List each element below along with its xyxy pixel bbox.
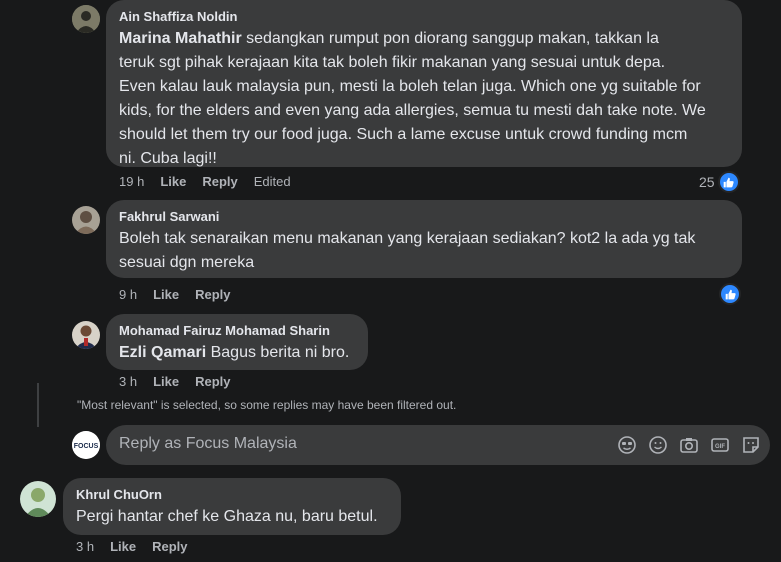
reply-button[interactable]: Reply: [195, 374, 230, 389]
reaction-badge[interactable]: [719, 283, 741, 305]
comment-text: Boleh tak senaraikan menu makanan yang k…: [119, 227, 729, 275]
thumbs-up-icon: [717, 171, 740, 193]
comment-text: Marina Mahathir sedangkan rumput pon dio…: [119, 27, 729, 171]
comment-author[interactable]: Mohamad Fairuz Mohamad Sharin: [119, 323, 355, 339]
timestamp[interactable]: 19 h: [119, 174, 144, 189]
reply-button[interactable]: Reply: [202, 174, 237, 189]
thread-line: [37, 383, 39, 427]
comment-text: Ezli Qamari Bagus berita ni bro.: [119, 341, 355, 365]
avatar[interactable]: [72, 5, 100, 33]
camera-icon[interactable]: [678, 434, 700, 456]
like-button[interactable]: Like: [153, 374, 179, 389]
comment-line: sesuai dgn mereka: [119, 254, 255, 271]
like-button[interactable]: Like: [160, 174, 186, 189]
comment-author[interactable]: Fakhrul Sarwani: [119, 209, 729, 225]
comment-actions: 3 h Like Reply: [119, 374, 247, 389]
mention-link[interactable]: Ezli Qamari: [119, 344, 206, 361]
like-button[interactable]: Like: [153, 287, 179, 302]
like-button[interactable]: Like: [110, 539, 136, 554]
comment-line: teruk sgt pihak kerajaan kita tak boleh …: [119, 54, 666, 71]
timestamp[interactable]: 3 h: [76, 539, 94, 554]
comment-author[interactable]: Khrul ChuOrn: [76, 487, 388, 503]
sticker-icon[interactable]: [740, 434, 762, 456]
reaction-badge[interactable]: 25: [699, 171, 740, 193]
reply-button[interactable]: Reply: [195, 287, 230, 302]
reaction-count: 25: [699, 174, 715, 190]
comment-bubble: Mohamad Fairuz Mohamad Sharin Ezli Qamar…: [106, 314, 368, 370]
comment-actions: 19 h Like Reply Edited: [119, 174, 307, 189]
avatar[interactable]: [72, 321, 100, 349]
comment-actions: 3 h Like Reply: [76, 539, 204, 554]
page-avatar[interactable]: FOCUS: [72, 431, 100, 459]
comment-bubble: Fakhrul Sarwani Boleh tak senaraikan men…: [106, 200, 742, 278]
comment-line: Bagus berita ni bro.: [206, 344, 350, 361]
thumbs-up-icon: [719, 283, 741, 305]
page-avatar-text: FOCUS: [74, 443, 99, 450]
avatar[interactable]: [20, 481, 56, 517]
comment-author[interactable]: Ain Shaffiza Noldin: [119, 9, 729, 25]
comment-bubble: Ain Shaffiza Noldin Marina Mahathir seda…: [106, 0, 742, 167]
reply-button[interactable]: Reply: [152, 539, 187, 554]
comment-line: kids, for the elders and even yang ada a…: [119, 102, 706, 119]
reply-input[interactable]: Reply as Focus Malaysia GIF: [106, 425, 770, 465]
comment-bubble: Khrul ChuOrn Pergi hantar chef ke Ghaza …: [63, 478, 401, 535]
avatar[interactable]: [72, 206, 100, 234]
comment-line: Even kalau lauk malaysia pun, mesti la b…: [119, 78, 701, 95]
svg-text:GIF: GIF: [715, 444, 725, 450]
comment-line: Boleh tak senaraikan menu makanan yang k…: [119, 230, 696, 247]
filter-notice: "Most relevant" is selected, so some rep…: [77, 398, 457, 412]
reply-placeholder: Reply as Focus Malaysia: [119, 435, 297, 452]
comment-line: sedangkan rumput pon diorang sanggup mak…: [241, 30, 659, 47]
composer-icons: GIF: [616, 434, 762, 456]
gif-icon[interactable]: GIF: [709, 434, 731, 456]
timestamp[interactable]: 3 h: [119, 374, 137, 389]
comment-line: ni. Cuba lagi!!: [119, 150, 217, 167]
timestamp[interactable]: 9 h: [119, 287, 137, 302]
edited-label: Edited: [253, 174, 291, 189]
comment-actions: 9 h Like Reply: [119, 287, 247, 302]
comment-text: Pergi hantar chef ke Ghaza nu, baru betu…: [76, 508, 378, 525]
mention-link[interactable]: Marina Mahathir: [119, 30, 242, 47]
avatar-sticker-icon[interactable]: [616, 434, 638, 456]
comment-line: should let them try our food juga. Such …: [119, 126, 688, 143]
emoji-icon[interactable]: [647, 434, 669, 456]
